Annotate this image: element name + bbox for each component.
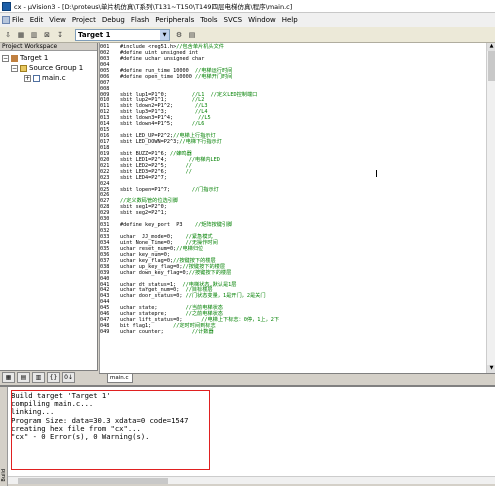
- target-select[interactable]: Target 1 ▼: [75, 28, 170, 41]
- code-editor[interactable]: 001 002 003 004 005 006 007 008 009 010 011 012 013 0…: [99, 43, 495, 373]
- menu-view[interactable]: View: [46, 16, 69, 24]
- code-comment: //门状态变量，1是开门，2是关门: [185, 293, 266, 300]
- collapse-icon[interactable]: −: [2, 54, 9, 62]
- line-number-gutter: 001 002 003 004 005 006 007 008 009 010 011 012 013 0…: [100, 43, 120, 373]
- components-icon[interactable]: ▤: [186, 29, 198, 41]
- output-horizontal-scrollbar[interactable]: [8, 476, 495, 484]
- tab-main-c[interactable]: main.c: [107, 374, 133, 383]
- code-text[interactable]: #include <reg51.h>//包含单片机头文件 #define uint…: [120, 44, 470, 336]
- text-cursor: [376, 170, 377, 177]
- menu-debug[interactable]: Debug: [99, 16, 128, 24]
- line-number: 049: [100, 329, 110, 335]
- menu-edit[interactable]: Edit: [27, 16, 47, 24]
- chevron-down-icon[interactable]: ▼: [160, 29, 169, 40]
- folder-icon: [20, 64, 27, 72]
- menu-window[interactable]: Window: [245, 16, 279, 24]
- menu-svcs[interactable]: SVCS: [221, 16, 246, 24]
- regs-tab-icon[interactable]: ▤: [17, 371, 30, 383]
- output-side-label: Build: [1, 469, 7, 482]
- tree-item-target[interactable]: − Target 1: [2, 54, 48, 62]
- code-comment: //电梯归位: [176, 245, 204, 252]
- tree-item-file[interactable]: + main.c: [24, 74, 66, 82]
- project-workspace: Project Workspace − Target 1 − Source Gr…: [0, 43, 98, 383]
- code-line[interactable]: uchar counter; //计数器: [120, 329, 470, 336]
- menu-bar: File Edit View Project Debug Flash Perip…: [0, 13, 495, 27]
- menu-flash[interactable]: Flash: [128, 16, 152, 24]
- menu-project[interactable]: Project: [69, 16, 99, 24]
- tree-group-label: Source Group 1: [29, 64, 84, 72]
- toolbar-separator: [67, 29, 70, 41]
- collapse-icon[interactable]: −: [11, 64, 18, 72]
- expand-icon[interactable]: +: [24, 74, 31, 82]
- code-statement: #define key_port P3: [120, 222, 195, 229]
- code-statement: sbit seg2=P2^1;: [120, 210, 167, 217]
- code-statement: uchar down_key_flag=0;: [120, 269, 189, 276]
- highlight-annotation-box: [11, 390, 210, 470]
- editor-vertical-scrollbar[interactable]: ▲ ▼: [486, 43, 495, 373]
- app-icon: [2, 1, 11, 11]
- workspace-header: Project Workspace: [0, 43, 97, 51]
- scroll-thumb[interactable]: [18, 478, 168, 484]
- rebuild-icon[interactable]: ▥: [28, 29, 40, 41]
- scroll-down-icon[interactable]: ▼: [487, 365, 495, 373]
- tree-file-label: main.c: [42, 74, 66, 82]
- code-statement: sbit lopen=P1^7;: [120, 186, 192, 193]
- code-statement: #define uchar unsigned char: [120, 55, 205, 62]
- code-statement: sbit ldown4=P1^5;: [120, 121, 192, 128]
- build-icon[interactable]: ▦: [15, 29, 27, 41]
- stop-build-icon[interactable]: ⊠: [41, 29, 53, 41]
- window-title: cx - µVision3 - [D:\proteus\单片机仿真\T系列\T1…: [14, 3, 293, 11]
- tree-target-label: Target 1: [20, 54, 49, 62]
- code-statement: #define open_time 10000: [120, 73, 195, 80]
- code-comment: //门指示灯: [191, 186, 219, 193]
- editor-tabs: main.c: [99, 373, 495, 383]
- templates-tab-icon[interactable]: 0↓: [62, 371, 75, 383]
- scroll-thumb[interactable]: [488, 51, 495, 81]
- books-tab-icon[interactable]: ▥: [32, 371, 45, 383]
- document-icon: [2, 16, 10, 24]
- menu-help[interactable]: Help: [279, 16, 301, 24]
- functions-tab-icon[interactable]: {}: [47, 371, 60, 383]
- menu-peripherals[interactable]: Peripherals: [152, 16, 197, 24]
- build-toolbar: ⇩ ▦ ▥ ⊠ ↧ Target 1 ▼ ⚙ ▤: [0, 27, 495, 43]
- output-window: Build Build target 'Target 1' compiling …: [0, 385, 495, 486]
- code-comment: //电梯内LED: [188, 156, 220, 163]
- file-icon: [33, 74, 40, 82]
- workspace-tabs: ▦ ▤ ▥ {} 0↓: [0, 370, 98, 383]
- tree-item-group[interactable]: − Source Group 1: [11, 64, 83, 72]
- download-icon[interactable]: ↧: [54, 29, 66, 41]
- code-statement: uchar door_status=0;: [120, 293, 186, 300]
- code-comment: //: [185, 168, 192, 175]
- code-comment: //计数器: [191, 329, 214, 335]
- code-comment: //电梯下行指示灯: [179, 139, 222, 145]
- code-statement: sbit LED_DOWN=P2^3;: [120, 139, 180, 145]
- target-select-value: Target 1: [78, 30, 111, 39]
- scroll-up-icon[interactable]: ▲: [487, 43, 495, 51]
- code-statement: sbit LED4=P2^7;: [120, 174, 167, 181]
- line-numbers: 001 002 003 004 005 006 007 008 009 010 011 012 013 0…: [100, 44, 120, 336]
- files-tab-icon[interactable]: ▦: [2, 371, 15, 383]
- options-icon[interactable]: ⚙: [173, 29, 185, 41]
- target-icon: [11, 54, 18, 62]
- menu-tools[interactable]: Tools: [197, 16, 220, 24]
- code-statement: uchar counter;: [120, 329, 192, 335]
- output-side-panel: Build: [0, 387, 8, 486]
- code-comment: //L6: [191, 121, 205, 128]
- code-comment: //电梯开门时间: [194, 73, 233, 80]
- code-comment: //按键按下的楼层: [188, 269, 232, 276]
- title-bar: cx - µVision3 - [D:\proteus\单片机仿真\T系列\T1…: [0, 0, 495, 13]
- code-comment: //矩阵按键引脚: [194, 222, 233, 229]
- translate-icon[interactable]: ⇩: [2, 29, 14, 41]
